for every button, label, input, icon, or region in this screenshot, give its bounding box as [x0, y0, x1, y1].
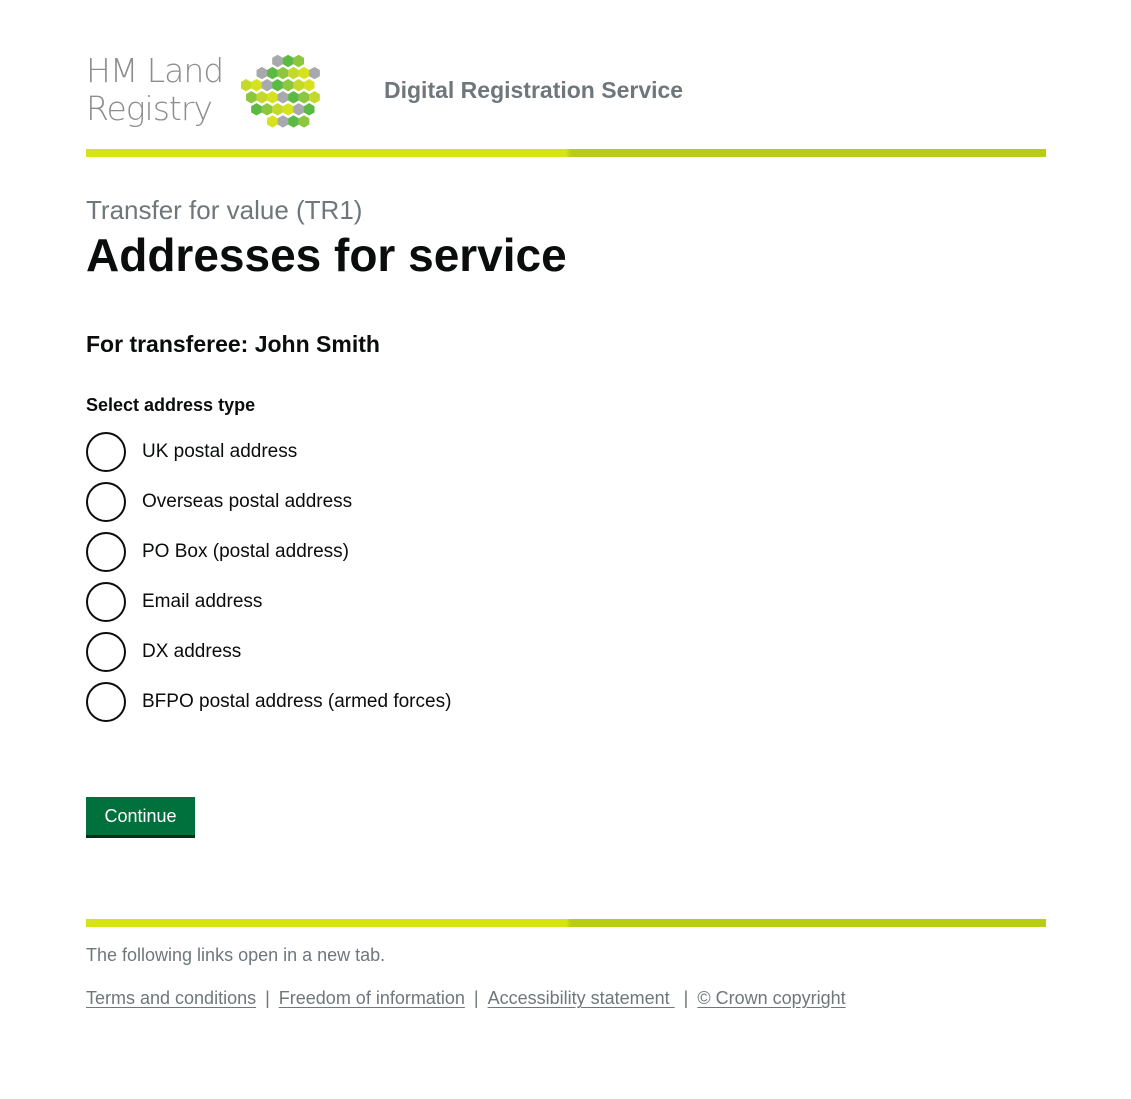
logo-hexagon — [277, 91, 289, 104]
radio-label[interactable]: BFPO postal address (armed forces) — [142, 691, 451, 713]
logo-hexagon — [241, 78, 252, 92]
continue-button[interactable]: Continue — [86, 797, 195, 835]
footer-links: Terms and conditions | Freedom of informat… — [86, 988, 846, 1009]
footer-divider — [86, 919, 1046, 927]
logo-hexagon — [282, 78, 294, 92]
logo-hexagon — [298, 115, 310, 128]
page: HM Land Registry Digital Registration Se… — [0, 0, 1131, 1099]
logo-hexagon — [298, 66, 310, 80]
logo-hexagon — [277, 66, 289, 80]
logo-hexagon — [277, 115, 289, 128]
radio-button[interactable] — [86, 632, 126, 672]
logo-hexagon — [267, 115, 278, 128]
logo-hexagon — [293, 54, 304, 68]
logo-hexagon — [261, 103, 273, 116]
logo-hexagon — [256, 91, 268, 104]
logo-hexagon — [288, 66, 299, 80]
radio-label[interactable]: DX address — [142, 641, 241, 663]
radio-label[interactable]: Overseas postal address — [142, 491, 352, 513]
hexagon-logo-icon — [241, 54, 320, 128]
logo-hexagon — [256, 66, 268, 80]
logo-hexagon — [282, 54, 294, 68]
logo-hexagon — [261, 78, 273, 92]
transferee-subheading: For transferee: John Smith — [86, 331, 380, 357]
radio-button[interactable] — [86, 432, 126, 472]
radio-button[interactable] — [86, 482, 126, 522]
accessibility-statement-link[interactable]: Accessibility statement — [488, 988, 675, 1008]
logo-line-1: HM Land — [86, 51, 224, 90]
logo-hexagon — [282, 103, 294, 116]
footer-note: The following links open in a new tab. — [86, 945, 386, 965]
site-header: HM Land Registry Digital Registration Se… — [86, 52, 1046, 138]
logo-hexagon — [251, 103, 262, 116]
logo-hexagon — [309, 91, 320, 104]
radio-label[interactable]: UK postal address — [142, 441, 297, 463]
radio-button[interactable] — [86, 582, 126, 622]
radio-button[interactable] — [86, 532, 126, 572]
logo-hexagon — [303, 103, 315, 116]
page-caption: Transfer for value (TR1) — [86, 195, 363, 225]
logo-hexagon — [288, 91, 299, 104]
address-type-legend: Select address type — [86, 395, 256, 415]
logo-hexagon — [293, 103, 304, 116]
logo-hexagon — [267, 91, 278, 104]
logo-line-2: Registry — [86, 89, 213, 128]
link-separator: | — [265, 988, 270, 1008]
logo-hexagon — [272, 103, 283, 116]
crown-copyright-link[interactable]: © Crown copyright — [697, 988, 845, 1008]
freedom-of-information-link[interactable]: Freedom of information — [279, 988, 465, 1008]
radio-button[interactable] — [86, 682, 126, 722]
terms-and-conditions-link[interactable]: Terms and conditions — [86, 988, 256, 1008]
hm-land-registry-logo-text: HM Land Registry — [86, 51, 224, 128]
page-title: Addresses for service — [86, 229, 567, 281]
radio-label[interactable]: Email address — [142, 591, 262, 613]
logo-hexagon — [267, 66, 278, 80]
header-divider — [86, 149, 1046, 157]
logo-hexagon — [246, 91, 257, 104]
logo-hexagon — [309, 66, 320, 80]
logo-hexagon — [303, 78, 315, 92]
logo-hexagon — [288, 115, 299, 128]
logo-hexagon — [251, 78, 262, 92]
service-name-link[interactable]: Digital Registration Service — [384, 77, 683, 104]
link-separator: | — [683, 988, 689, 1008]
logo-hexagon — [293, 78, 304, 92]
link-separator: | — [473, 988, 479, 1008]
radio-label[interactable]: PO Box (postal address) — [142, 541, 349, 563]
logo-hexagon — [272, 54, 283, 68]
logo-hexagon — [298, 91, 310, 104]
logo-hexagon — [272, 78, 283, 92]
